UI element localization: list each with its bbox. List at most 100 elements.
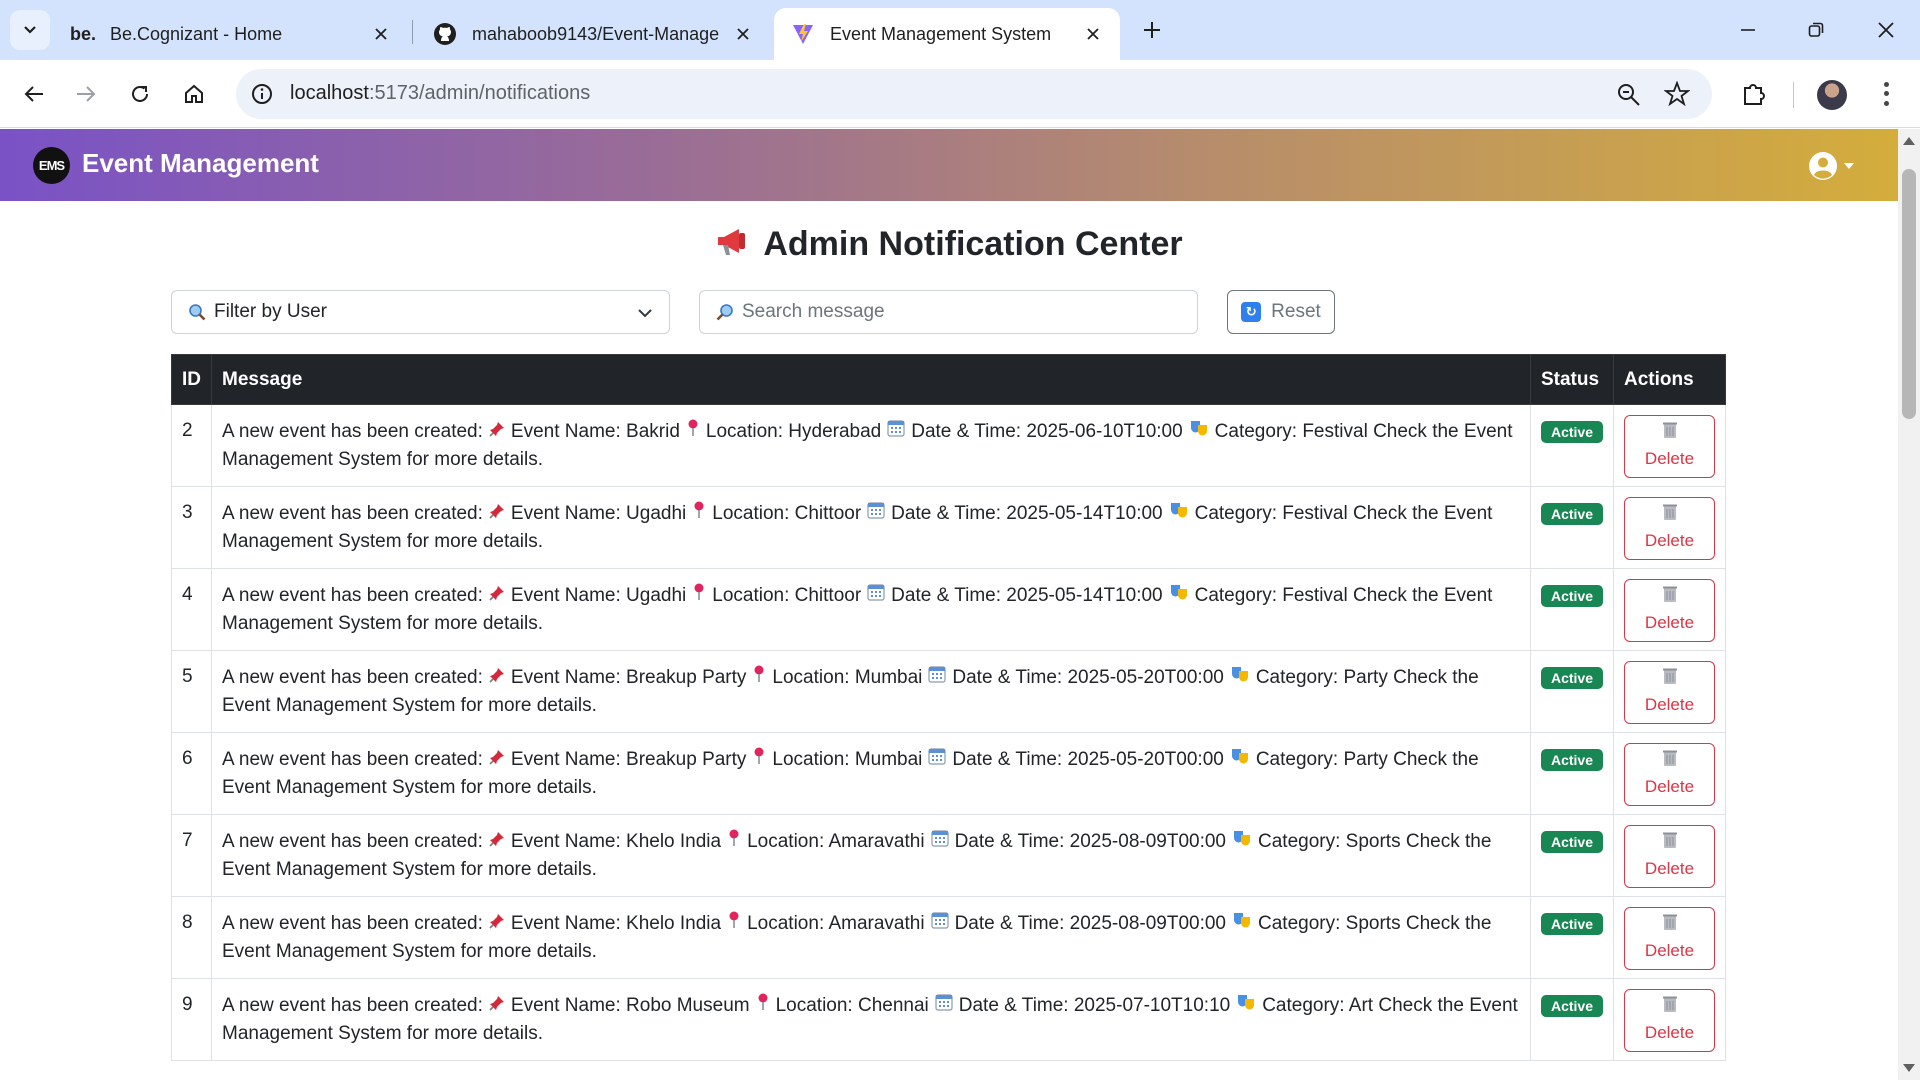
message-location: Location: Chennai <box>775 995 929 1016</box>
message-category: Category: Party Check the <box>1255 749 1479 770</box>
brand-name[interactable]: Event Management <box>82 148 319 179</box>
profile-avatar[interactable] <box>1817 80 1847 110</box>
search-message-input[interactable] <box>742 301 1162 323</box>
browser-tab-event-management[interactable]: Event Management System <box>774 8 1120 60</box>
bookmark-star-icon[interactable] <box>1664 81 1690 107</box>
reload-button[interactable] <box>120 74 160 114</box>
message-category: Category: Sports Check the <box>1258 913 1492 934</box>
wastebasket-icon <box>1662 832 1677 848</box>
pushpin-icon <box>489 745 505 773</box>
status-badge: Active <box>1540 913 1603 935</box>
restore-button[interactable] <box>1796 10 1836 50</box>
row-message: A new event has been created: Event Name:… <box>211 896 1531 979</box>
message-datetime: Date & Time: 2025-08-09T00:00 <box>954 831 1226 852</box>
row-status: Active <box>1529 650 1615 733</box>
status-badge: Active <box>1540 749 1603 771</box>
scrollbar-thumb[interactable] <box>1902 169 1916 419</box>
zoom-icon[interactable] <box>1616 82 1642 108</box>
tab-close-icon[interactable] <box>370 23 392 45</box>
table-row: 4 A new event has been created: Event Name… <box>171 568 1726 651</box>
message-prefix: A new event has been created: <box>222 749 483 770</box>
url-text[interactable]: localhost:5173/admin/notifications <box>290 82 590 105</box>
address-bar[interactable]: localhost:5173/admin/notifications <box>236 69 1712 119</box>
browser-tab-github[interactable]: mahaboob9143/Event-Manage <box>416 8 770 60</box>
home-button[interactable] <box>174 74 214 114</box>
page-title-heading: Admin Notification Center <box>0 225 1898 266</box>
delete-button[interactable]: Delete <box>1624 907 1715 970</box>
delete-button[interactable]: Delete <box>1624 415 1715 478</box>
forward-button[interactable] <box>66 74 106 114</box>
calendar-icon <box>928 663 946 691</box>
message-tail: Event Management System for more details… <box>222 941 597 962</box>
tab-close-icon[interactable] <box>1082 23 1104 45</box>
message-datetime: Date & Time: 2025-05-20T00:00 <box>952 667 1224 688</box>
row-status: Active <box>1529 732 1615 815</box>
pushpin-icon <box>489 581 505 609</box>
search-message-field[interactable] <box>699 290 1198 334</box>
row-id: 8 <box>171 896 212 979</box>
calendar-icon <box>935 991 953 1019</box>
row-status: Active <box>1529 978 1615 1061</box>
calendar-icon <box>930 827 949 855</box>
new-tab-button[interactable] <box>1136 14 1168 46</box>
row-actions: Delete <box>1613 486 1726 569</box>
delete-button[interactable]: Delete <box>1624 579 1715 642</box>
performing-arts-icon <box>1232 909 1252 937</box>
message-datetime: Date & Time: 2025-05-20T00:00 <box>952 749 1224 770</box>
performing-arts-icon <box>1169 581 1189 609</box>
status-badge: Active <box>1540 503 1603 525</box>
brand-logo[interactable]: EMS <box>33 147 70 184</box>
restore-icon <box>1808 22 1824 37</box>
extensions-puzzle-icon[interactable] <box>1740 80 1768 108</box>
minimize-icon <box>1741 29 1755 31</box>
message-prefix: A new event has been created: <box>222 831 483 852</box>
browser-menu-icon[interactable] <box>1874 80 1898 108</box>
message-location: Location: Chittoor <box>712 585 862 606</box>
row-actions: Delete <box>1613 814 1726 897</box>
round-pin-icon <box>692 499 706 527</box>
delete-button[interactable]: Delete <box>1624 743 1715 806</box>
tab-close-icon[interactable] <box>732 23 754 45</box>
browser-tab-becognizant[interactable]: be. Be.Cognizant - Home <box>54 8 408 60</box>
tab-search-button[interactable] <box>10 10 50 50</box>
url-host: localhost <box>290 82 369 104</box>
user-menu-toggle[interactable] <box>1808 149 1858 183</box>
message-tail: Management System for more details. <box>222 613 544 634</box>
browser-toolbar: localhost:5173/admin/notifications <box>0 60 1920 128</box>
message-prefix: A new event has been created: <box>222 503 483 524</box>
message-location: Location: Chittoor <box>712 503 862 524</box>
delete-button[interactable]: Delete <box>1624 989 1715 1052</box>
column-header-actions: Actions <box>1613 354 1726 405</box>
minimize-button[interactable] <box>1728 10 1768 50</box>
message-event-name: Event Name: Breakup Party <box>510 667 747 688</box>
row-status: Active <box>1529 568 1615 651</box>
page-scrollbar[interactable] <box>1898 129 1920 1080</box>
filter-by-user-select[interactable]: Filter by User <box>171 290 670 334</box>
back-button[interactable] <box>14 74 54 114</box>
table-row: 8 A new event has been created: Event Name… <box>171 896 1726 979</box>
user-circle-icon <box>1809 152 1837 180</box>
tab-title: Be.Cognizant - Home <box>110 23 283 44</box>
message-datetime: Date & Time: 2025-08-09T00:00 <box>954 913 1226 934</box>
scroll-down-arrow-icon[interactable] <box>1903 1064 1915 1072</box>
row-actions: Delete <box>1613 568 1726 651</box>
scroll-up-arrow-icon[interactable] <box>1903 137 1915 145</box>
status-badge: Active <box>1540 831 1603 853</box>
close-window-button[interactable] <box>1866 10 1906 50</box>
row-message: A new event has been created: Event Name:… <box>211 732 1531 815</box>
row-message: A new event has been created: Event Name:… <box>211 978 1531 1061</box>
delete-button[interactable]: Delete <box>1624 825 1715 888</box>
pushpin-icon <box>489 417 505 445</box>
table-row: 2 A new event has been created: Event Name… <box>171 404 1726 487</box>
round-pin-icon <box>727 827 741 855</box>
performing-arts-icon <box>1232 827 1252 855</box>
delete-button[interactable]: Delete <box>1624 661 1715 724</box>
site-info-icon[interactable] <box>250 82 274 106</box>
message-location: Location: Mumbai <box>772 667 923 688</box>
reset-button[interactable]: ↻ Reset <box>1227 290 1335 334</box>
wastebasket-icon <box>1662 668 1677 684</box>
table-row: 3 A new event has been created: Event Name… <box>171 486 1726 569</box>
delete-button[interactable]: Delete <box>1624 497 1715 560</box>
row-status: Active <box>1529 814 1615 897</box>
arrow-left-icon <box>24 86 43 102</box>
